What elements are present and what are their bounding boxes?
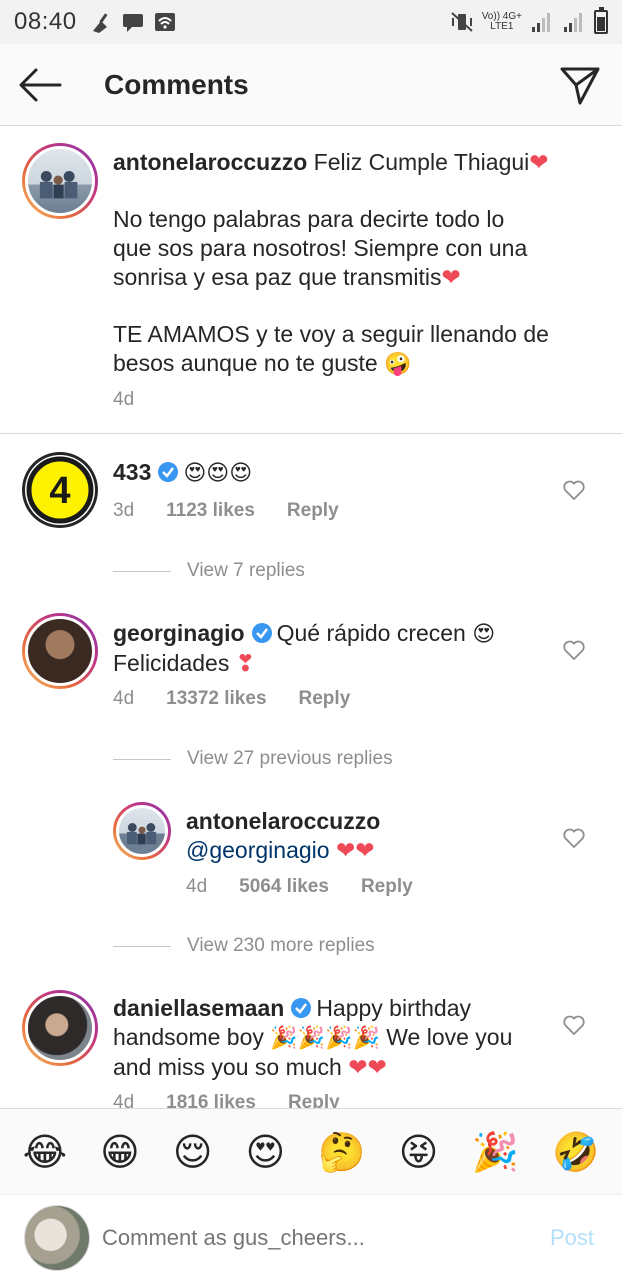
- reply-button[interactable]: Reply: [361, 876, 413, 898]
- comment-likes[interactable]: 1123 likes: [166, 500, 255, 522]
- comment-compose-bar: Post: [0, 1194, 622, 1280]
- replies-line: [113, 945, 171, 947]
- caption-meta: 4d: [113, 389, 134, 411]
- view-previous-replies-button[interactable]: View 27 previous replies: [113, 748, 393, 770]
- signal-icon: [532, 13, 550, 32]
- status-time: 08:40: [14, 8, 77, 35]
- emoji-squinting-tongue[interactable]: 😝: [399, 1133, 439, 1171]
- back-arrow-icon[interactable]: [18, 67, 62, 103]
- emoji-rofl[interactable]: 🤣: [552, 1133, 599, 1171]
- view-replies-button[interactable]: View 7 replies: [113, 560, 305, 582]
- heart-emoji: ❤: [441, 264, 461, 290]
- comment-avatar-433[interactable]: 4: [22, 452, 98, 528]
- network-label-bottom: LTE1: [490, 21, 514, 32]
- comment-meta: 4d 13372 likes Reply: [113, 688, 350, 710]
- comment-timestamp: 3d: [113, 500, 135, 521]
- verified-badge-icon: [158, 462, 179, 482]
- reply-text: antonelaroccuzzo @georginagio ❤❤: [186, 807, 380, 865]
- comment-text: georginagio Qué rápido crecen 😍 Felicidad…: [113, 620, 496, 676]
- comment-text: daniellasemaan Happy birthday handsome bo…: [113, 995, 513, 1080]
- replies-line: [113, 758, 171, 760]
- caption-username[interactable]: antonelaroccuzzo: [113, 149, 307, 175]
- comment-meta: 3d 1123 likes Reply: [113, 500, 339, 522]
- heart-eyes-emoji: 😍: [472, 622, 496, 647]
- verified-badge-icon: [251, 623, 272, 643]
- verified-badge-icon: [291, 998, 312, 1018]
- share-direct-icon[interactable]: [558, 63, 602, 107]
- reply-username[interactable]: antonelaroccuzzo: [186, 808, 380, 834]
- top-bar: Comments: [0, 44, 622, 126]
- family-photo-icon: [126, 823, 157, 845]
- like-heart-icon[interactable]: [563, 1015, 585, 1035]
- signal-icon-2: [564, 13, 582, 32]
- emoji-relieved[interactable]: 😌: [173, 1133, 213, 1171]
- status-bar: 08:40 Vo)) 4G+ LTE1: [0, 0, 622, 44]
- comment-username[interactable]: georginagio: [113, 620, 245, 646]
- comment-timestamp: 4d: [113, 688, 135, 709]
- comment-likes[interactable]: 13372 likes: [166, 688, 266, 710]
- reply-likes[interactable]: 5064 likes: [239, 876, 329, 898]
- message-icon: [122, 14, 143, 32]
- reply-button[interactable]: Reply: [299, 688, 351, 710]
- reply-timestamp: 4d: [186, 876, 208, 897]
- reply-meta: 4d 5064 likes Reply: [186, 876, 413, 898]
- caption-divider: [0, 433, 622, 434]
- emoji-thinking[interactable]: 🤔: [318, 1133, 365, 1171]
- comment-username[interactable]: 433: [113, 459, 151, 485]
- wifi-box-icon: [154, 13, 175, 31]
- mention-link[interactable]: @georginagio: [186, 837, 330, 863]
- battery-icon: [594, 7, 608, 34]
- like-heart-icon[interactable]: [563, 480, 585, 500]
- comment-text: 433 😍😍😍: [113, 459, 253, 486]
- hearts-emoji: ❤❤: [335, 837, 375, 863]
- comment-username[interactable]: daniellasemaan: [113, 995, 284, 1021]
- comment-avatar-georginagio[interactable]: [22, 613, 98, 689]
- emoji-heart-eyes[interactable]: 😍: [246, 1133, 286, 1171]
- emoji-tears-of-joy[interactable]: 😂: [23, 1133, 67, 1171]
- caption-timestamp: 4d: [113, 389, 135, 410]
- logo-433-icon: 4: [26, 456, 94, 524]
- quick-emoji-bar: 😂 😁 😌 😍 🤔 😝 🎉 🤣: [0, 1108, 622, 1194]
- cleaner-icon: [92, 13, 108, 33]
- emoji-grin[interactable]: 😁: [100, 1133, 140, 1171]
- like-heart-icon[interactable]: [563, 828, 585, 848]
- svg-text:4: 4: [49, 470, 70, 512]
- caption-text: antonelaroccuzzo Feliz Cumple Thiagui❤ N…: [113, 149, 549, 377]
- party-popper-emojis: 🎉🎉🎉🎉: [270, 1026, 380, 1051]
- hearts-emoji: ❤❤: [348, 1054, 387, 1080]
- zany-face-emoji: 🤪: [384, 352, 412, 377]
- view-more-replies-button[interactable]: View 230 more replies: [113, 935, 375, 957]
- post-button[interactable]: Post: [550, 1225, 594, 1251]
- comment-avatar-daniellasemaan[interactable]: [22, 990, 98, 1066]
- replies-line: [113, 570, 171, 572]
- page-title: Comments: [104, 68, 249, 100]
- like-heart-icon[interactable]: [563, 640, 585, 660]
- own-avatar: [24, 1204, 90, 1271]
- emoji-party-popper[interactable]: 🎉: [472, 1133, 519, 1171]
- comment-input[interactable]: [102, 1224, 482, 1251]
- heart-emoji: ❤: [529, 149, 549, 175]
- family-photo-icon: [39, 170, 78, 199]
- caption-avatar[interactable]: [22, 143, 98, 219]
- exclamation-heart-emoji: ❣: [235, 650, 256, 676]
- reply-avatar-antonelaroccuzzo[interactable]: [113, 802, 171, 860]
- reply-button[interactable]: Reply: [287, 500, 339, 522]
- vibrate-mute-icon: [451, 12, 473, 32]
